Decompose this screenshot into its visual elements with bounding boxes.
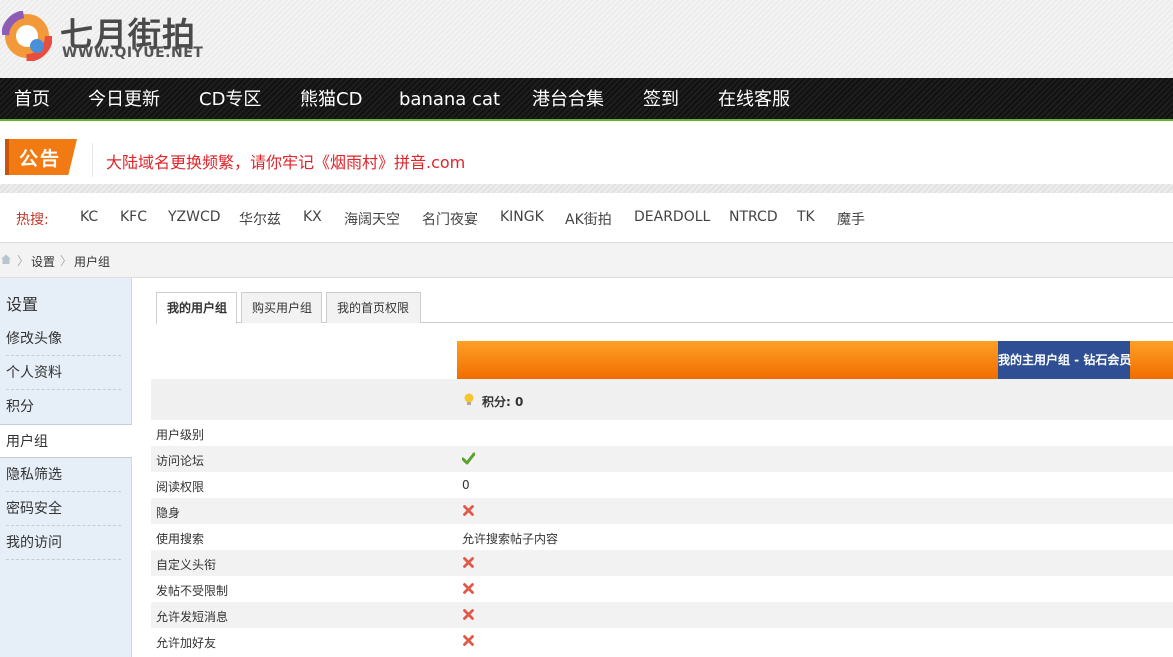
hot-tag[interactable]: 魔手 [837, 209, 865, 229]
site-logo[interactable]: 七月街拍 WWW.QIYUE.NET [2, 8, 222, 68]
permission-row: 用户级别 [151, 420, 1173, 446]
permission-value: 允许搜索帖子内容 [462, 532, 559, 546]
tab-my-usergroup[interactable]: 我的用户组 [156, 292, 237, 324]
sidebar-item-label: 用户组 [6, 434, 48, 450]
permission-key: 自定义头衔 [156, 558, 217, 572]
sidebar-item-credits[interactable]: 积分 [0, 390, 131, 424]
tab-homepage-permission[interactable]: 我的首页权限 [326, 292, 421, 323]
sidebar-item-label: 积分 [6, 399, 34, 415]
nav-item-hk-tw[interactable]: 港台合集 [532, 78, 604, 119]
nav-item-checkin[interactable]: 签到 [643, 78, 679, 119]
sidebar-item-label: 修改头像 [6, 331, 62, 347]
score-row: 积分: 0 [151, 379, 1173, 420]
permission-row: 隐身 [151, 498, 1173, 524]
permission-key: 访问论坛 [156, 454, 205, 468]
permission-key: 隐身 [156, 506, 181, 520]
logo-url: WWW.QIYUE.NET [62, 45, 204, 61]
cross-icon [463, 583, 474, 594]
main-nav: 首页 今日更新 CD专区 熊猫CD banana cat 港台合集 签到 在线客… [0, 78, 1173, 121]
lightbulb-icon [464, 393, 474, 405]
cross-icon [463, 609, 474, 620]
hot-tag[interactable]: NTRCD [729, 209, 778, 225]
sidebar-item-privacy[interactable]: 隐私筛选 [0, 458, 131, 492]
sidebar-heading: 设置 [6, 295, 39, 314]
main-usergroup-label: 我的主用户组 - 钻石会员 [998, 341, 1131, 379]
nav-item-banana-cat[interactable]: banana cat [399, 78, 500, 119]
cross-icon [463, 635, 474, 646]
permission-row: 发帖不受限制 [151, 576, 1173, 602]
permission-key: 用户级别 [156, 428, 205, 442]
permission-row: 允许加好友 [151, 628, 1173, 654]
hot-tag[interactable]: 海阔天空 [344, 209, 400, 229]
sidebar-item-visits[interactable]: 我的访问 [0, 526, 131, 560]
site-header: 七月街拍 WWW.QIYUE.NET [0, 0, 1173, 78]
notice-badge: 公告 [5, 139, 77, 175]
hot-search-label: 热搜: [16, 212, 49, 228]
breadcrumb-item: 用户组 [74, 255, 111, 269]
divider-strip [0, 184, 1173, 193]
score-value: 积分: 0 [482, 395, 524, 409]
hot-tag[interactable]: DEARDOLL [634, 209, 710, 225]
permission-row: 使用搜索 允许搜索帖子内容 [151, 524, 1173, 550]
permission-row: 访问论坛 [151, 446, 1173, 472]
permission-row: 自定义头衔 [151, 550, 1173, 576]
nav-item-home[interactable]: 首页 [14, 78, 50, 119]
sidebar-item-profile[interactable]: 个人资料 [0, 356, 131, 390]
cross-icon [463, 505, 474, 516]
cross-icon [463, 557, 474, 568]
sidebar-item-usergroup[interactable]: 用户组 [0, 424, 132, 458]
nav-item-panda-cd[interactable]: 熊猫CD [300, 78, 362, 119]
permission-key: 允许加好友 [156, 636, 217, 650]
hot-tag[interactable]: KINGK [500, 209, 544, 225]
permission-value: 0 [462, 478, 470, 492]
check-icon [462, 452, 475, 465]
hot-tag[interactable]: YZWCD [168, 209, 221, 225]
nav-item-today[interactable]: 今日更新 [88, 78, 160, 119]
sidebar-item-label: 密码安全 [6, 501, 62, 517]
notice-badge-label: 公告 [19, 148, 62, 170]
logo-mark-icon [2, 11, 52, 61]
sidebar-item-label: 隐私筛选 [6, 467, 62, 483]
permission-key: 使用搜索 [156, 532, 205, 546]
hot-search-bar: 热搜: KC KFC YZWCD 华尔兹 KX 海阔天空 名门夜宴 KINGK … [0, 193, 1173, 243]
sidebar-item-avatar[interactable]: 修改头像 [0, 322, 131, 356]
notice-bar: 公告 大陆域名更换频繁，请你牢记《烟雨村》拼音.com [0, 131, 1173, 184]
hot-tag[interactable]: 名门夜宴 [422, 209, 478, 229]
hot-tag[interactable]: KC [80, 209, 98, 225]
permission-row: 允许发短消息 [151, 602, 1173, 628]
sidebar-item-password[interactable]: 密码安全 [0, 492, 131, 526]
hot-tag[interactable]: TK [797, 209, 815, 225]
notice-divider [92, 143, 93, 177]
tab-bar: 我的用户组 购买用户组 我的首页权限 [156, 292, 1173, 324]
sidebar-item-label: 我的访问 [6, 535, 62, 551]
hot-tag[interactable]: AK街拍 [565, 209, 612, 229]
hot-tag[interactable]: KX [303, 209, 322, 225]
home-icon[interactable] [0, 253, 12, 265]
breadcrumb: 〉 设置 〉 用户组 [0, 243, 1173, 278]
nav-item-cd[interactable]: CD专区 [199, 78, 261, 119]
notice-message[interactable]: 大陆域名更换频繁，请你牢记《烟雨村》拼音.com [106, 149, 465, 173]
permission-row: 阅读权限 0 [151, 472, 1173, 498]
sidebar-item-label: 个人资料 [6, 365, 62, 381]
settings-sidebar: 设置 修改头像 个人资料 积分 用户组 隐私筛选 密码安全 我的访问 [0, 278, 132, 657]
hot-tag[interactable]: 华尔兹 [239, 209, 281, 229]
permission-key: 阅读权限 [156, 480, 205, 494]
breadcrumb-separator-icon: 〉 [17, 254, 30, 268]
nav-item-support[interactable]: 在线客服 [718, 78, 790, 119]
hot-tag[interactable]: KFC [120, 209, 147, 225]
main-content: 我的用户组 购买用户组 我的首页权限 我的主用户组 - 钻石会员 积分: 0 用… [132, 278, 1173, 657]
breadcrumb-item[interactable]: 设置 [31, 253, 55, 270]
tab-buy-usergroup[interactable]: 购买用户组 [241, 292, 322, 323]
permission-key: 允许发短消息 [156, 610, 229, 624]
permission-key: 发帖不受限制 [156, 584, 229, 598]
breadcrumb-separator-icon: 〉 [60, 254, 73, 268]
